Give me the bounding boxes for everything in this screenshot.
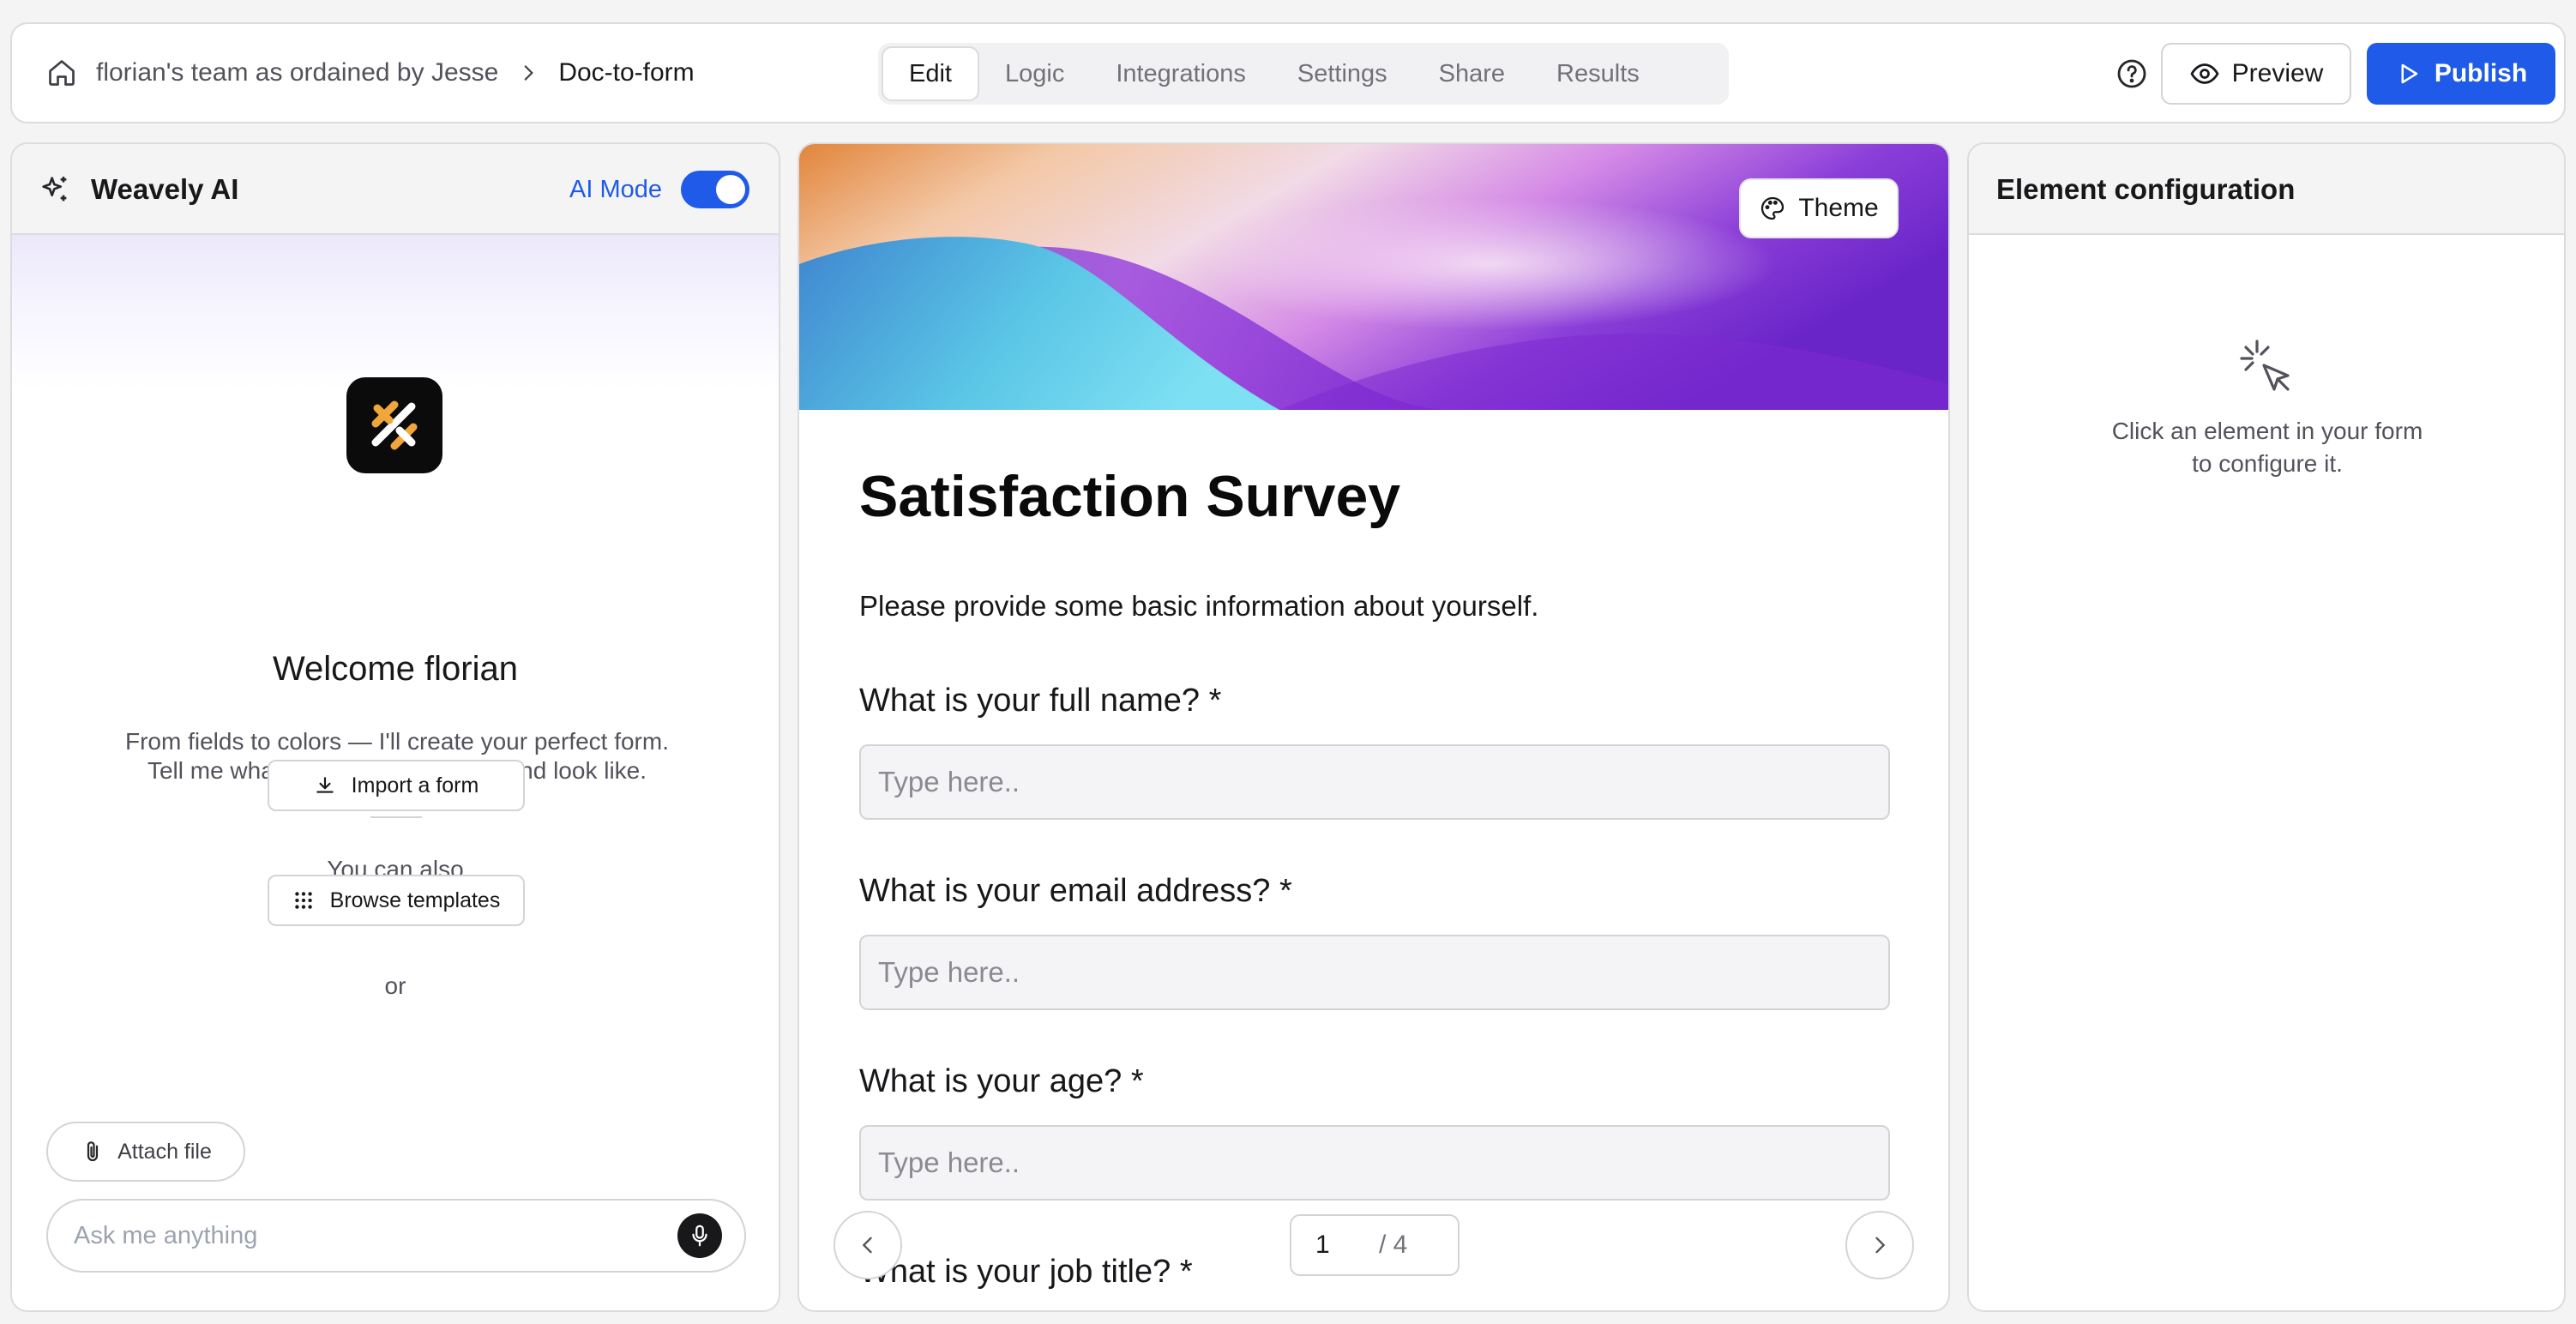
attach-file-label: Attach file: [117, 1139, 212, 1164]
import-form-button[interactable]: Import a form: [268, 760, 525, 811]
chat-input-box: [46, 1199, 746, 1273]
tab-share[interactable]: Share: [1413, 46, 1531, 101]
tab-edit[interactable]: Edit: [882, 46, 979, 101]
publish-button[interactable]: Publish: [2367, 43, 2555, 105]
palette-icon: [1761, 196, 1785, 220]
full-name-input[interactable]: [859, 744, 1890, 820]
attach-file-button[interactable]: Attach file: [46, 1122, 245, 1182]
breadcrumb: florian's team as ordained by Jesse Doc-…: [46, 24, 695, 122]
form-canvas: Theme Satisfaction Survey Please provide…: [797, 142, 1950, 1312]
breadcrumb-team[interactable]: florian's team as ordained by Jesse: [96, 58, 498, 87]
config-panel-title: Element configuration: [1996, 173, 2296, 205]
ai-panel: Weavely AI AI Mode Welcome florian From …: [10, 142, 780, 1312]
form-title[interactable]: Satisfaction Survey: [859, 463, 1400, 530]
preview-button[interactable]: Preview: [2161, 43, 2351, 105]
tab-integrations[interactable]: Integrations: [1090, 46, 1272, 101]
microphone-icon: [692, 1225, 707, 1247]
paperclip-icon: [87, 1141, 99, 1162]
play-icon: [2401, 63, 2418, 84]
breadcrumb-current[interactable]: Doc-to-form: [558, 58, 694, 87]
ai-title-text: Weavely AI: [91, 173, 239, 205]
config-hint-line-2: to configure it.: [2192, 450, 2343, 477]
chevron-right-icon: [1875, 1237, 1886, 1254]
question-label[interactable]: What is your job title? *: [859, 1254, 1193, 1291]
chevron-left-icon: [862, 1237, 872, 1254]
eye-icon: [2190, 63, 2219, 84]
cursor-click-icon: [2233, 334, 2302, 403]
help-icon[interactable]: [2115, 57, 2149, 91]
email-input[interactable]: [859, 935, 1890, 1010]
page-total: / 4: [1379, 1231, 1408, 1259]
browse-templates-button[interactable]: Browse templates: [268, 875, 525, 926]
grid-icon: [294, 892, 312, 909]
question-label[interactable]: What is your full name? *: [859, 683, 1221, 719]
home-icon[interactable]: [46, 57, 77, 88]
config-panel-header: Element configuration: [1969, 144, 2564, 235]
chevron-right-icon: [517, 62, 539, 84]
ai-panel-header: Weavely AI AI Mode: [12, 144, 779, 235]
intro-line-1: From fields to colors — I'll create your…: [125, 728, 669, 755]
preview-label: Preview: [2231, 59, 2324, 87]
tab-settings[interactable]: Settings: [1272, 46, 1413, 101]
weavely-logo: [346, 377, 442, 473]
form-description[interactable]: Please provide some basic information ab…: [859, 590, 1538, 623]
microphone-button[interactable]: [677, 1213, 722, 1258]
previous-page-button[interactable]: [834, 1211, 902, 1279]
config-hint-line-1: Click an element in your form: [2111, 418, 2423, 444]
next-page-button[interactable]: [1845, 1211, 1914, 1279]
question-label[interactable]: What is your email address? *: [859, 873, 1292, 910]
browse-templates-label: Browse templates: [329, 888, 501, 912]
top-bar: florian's team as ordained by Jesse Doc-…: [10, 22, 2566, 123]
tab-bar: Edit Logic Integrations Settings Share R…: [878, 43, 1729, 105]
config-hint: Click an element in your form to configu…: [2072, 415, 2463, 480]
ai-panel-title: Weavely AI: [38, 144, 238, 235]
toggle-knob: [716, 175, 745, 204]
ai-mode-toggle[interactable]: [681, 171, 749, 208]
tab-logic[interactable]: Logic: [979, 46, 1090, 101]
import-form-label: Import a form: [351, 773, 479, 797]
tab-results[interactable]: Results: [1531, 46, 1665, 101]
ai-mode: AI Mode: [569, 144, 749, 235]
ai-panel-glow: [12, 235, 779, 389]
download-icon: [316, 777, 334, 793]
theme-label: Theme: [1798, 194, 1879, 222]
age-input[interactable]: [859, 1125, 1890, 1201]
theme-button[interactable]: Theme: [1739, 178, 1899, 238]
page-number-input[interactable]: [1315, 1231, 1375, 1260]
question-label[interactable]: What is your age? *: [859, 1063, 1144, 1100]
ask-input[interactable]: [74, 1221, 677, 1250]
publish-label: Publish: [2434, 59, 2528, 87]
element-config-panel: Element configuration Click an element i…: [1967, 142, 2566, 1312]
divider: [370, 816, 422, 818]
or-label: or: [384, 972, 406, 999]
sparkles-icon: [42, 177, 67, 202]
ai-mode-label: AI Mode: [569, 175, 662, 203]
page-indicator: / 4: [1290, 1214, 1460, 1276]
welcome-heading: Welcome florian: [272, 650, 519, 688]
